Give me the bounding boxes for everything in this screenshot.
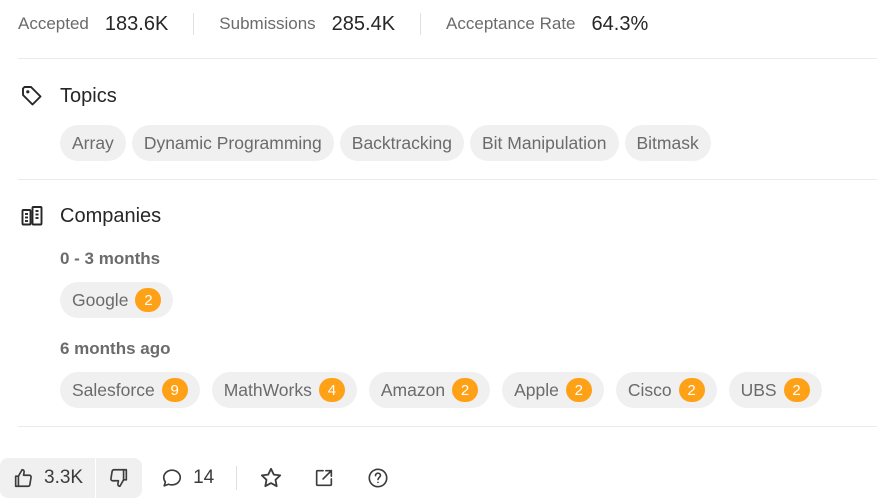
companies-header[interactable]: Companies <box>20 204 161 228</box>
stat-value: 64.3% <box>591 12 649 35</box>
divider <box>193 13 195 35</box>
company-tag-salesforce[interactable]: Salesforce 9 <box>60 372 200 408</box>
company-tags: Google 2 <box>60 282 174 318</box>
like-count: 3.3K <box>44 467 84 488</box>
like-button[interactable]: 3.3K <box>0 458 95 498</box>
comment-icon <box>161 467 183 489</box>
tag-icon <box>20 84 46 108</box>
building-icon <box>20 204 46 228</box>
divider <box>18 179 877 180</box>
company-name: UBS <box>740 379 777 400</box>
vote-group: 3.3K <box>0 458 143 498</box>
company-tag-cisco[interactable]: Cisco 2 <box>615 372 717 408</box>
stat-accepted: Accepted 183.6K <box>18 13 168 36</box>
company-tags: Salesforce 9 MathWorks 4 Amazon 2 Apple … <box>60 372 822 408</box>
company-count-badge: 2 <box>678 378 705 402</box>
divider <box>18 426 877 427</box>
topic-tag[interactable]: Array <box>60 125 126 161</box>
topic-tag[interactable]: Bit Manipulation <box>469 125 619 161</box>
company-tag-mathworks[interactable]: MathWorks 4 <box>211 372 357 408</box>
comment-count: 14 <box>193 467 215 488</box>
dislike-button[interactable] <box>96 458 142 498</box>
topic-tag[interactable]: Dynamic Programming <box>131 125 334 161</box>
topic-tag[interactable]: Bitmask <box>624 125 711 161</box>
company-tag-apple[interactable]: Apple 2 <box>502 372 604 408</box>
divider <box>18 58 877 59</box>
stat-acceptance-rate: Acceptance Rate 64.3% <box>446 13 648 36</box>
stat-submissions: Submissions 285.4K <box>219 13 395 36</box>
company-count-badge: 2 <box>783 378 810 402</box>
thumbs-up-icon <box>12 467 34 489</box>
company-name: Amazon <box>380 379 446 400</box>
company-count-badge: 2 <box>565 378 592 402</box>
period-label: 6 months ago <box>60 339 171 358</box>
period-label: 0 - 3 months <box>60 249 161 268</box>
company-name: MathWorks <box>223 379 312 400</box>
company-name: Cisco <box>627 379 672 400</box>
company-count-badge: 2 <box>452 378 479 402</box>
company-count-badge: 9 <box>161 378 188 402</box>
topics-header[interactable]: Topics <box>20 84 117 108</box>
share-button[interactable] <box>313 467 335 489</box>
share-icon <box>313 467 335 489</box>
stat-value: 183.6K <box>104 12 169 35</box>
favorite-button[interactable] <box>259 466 283 490</box>
company-count-badge: 4 <box>318 378 345 402</box>
company-name: Apple <box>514 379 559 400</box>
stat-label: Accepted <box>18 14 89 33</box>
topic-tags: Array Dynamic Programming Backtracking B… <box>60 125 711 161</box>
company-name: Salesforce <box>72 379 155 400</box>
divider <box>420 13 422 35</box>
company-tag-google[interactable]: Google 2 <box>60 282 174 318</box>
stat-label: Acceptance Rate <box>446 14 576 33</box>
thumbs-down-icon <box>108 467 130 489</box>
company-tag-ubs[interactable]: UBS 2 <box>728 372 822 408</box>
topic-tag[interactable]: Backtracking <box>339 125 464 161</box>
stat-value: 285.4K <box>331 12 396 35</box>
company-count-badge: 2 <box>135 288 162 312</box>
stats-row: Accepted 183.6K Submissions 285.4K Accep… <box>18 10 648 38</box>
company-name: Google <box>72 289 129 310</box>
action-bar: 3.3K 14 <box>0 458 389 498</box>
help-icon <box>367 467 389 489</box>
stat-label: Submissions <box>219 14 316 33</box>
help-button[interactable] <box>367 467 389 489</box>
star-icon <box>259 466 283 490</box>
comments-button[interactable]: 14 <box>161 467 214 489</box>
divider <box>236 466 238 490</box>
section-title: Companies <box>60 204 162 227</box>
section-title: Topics <box>60 84 117 107</box>
company-tag-amazon[interactable]: Amazon 2 <box>368 372 491 408</box>
